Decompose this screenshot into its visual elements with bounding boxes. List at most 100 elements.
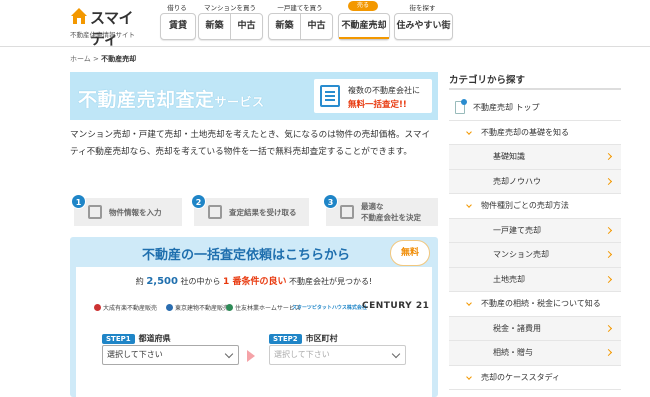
banner-title: 不動産売却査定サービス [78, 85, 265, 112]
partner-name: 東京建物不動産販売 [175, 305, 230, 312]
sidebar-item-label: 不動産売却の基礎を知る [481, 127, 569, 137]
sidebar-item-tax-fees[interactable]: 税金・諸費用 [449, 316, 621, 341]
sidebar-item-inheritance[interactable]: 相続・贈与 [449, 341, 621, 366]
site-header: スマイティ 不動産住宅情報サイト 借りる 賃貸 マンションを買う 新築 中古 一… [0, 0, 650, 48]
nav-caption-house: 一戸建てを買う [277, 4, 323, 12]
nav-caption-sell: 売る [348, 1, 378, 11]
form-card: 約 2,500 社の中から 1 番条件の良い 不動産会社が見つかる! 大成有楽不… [76, 267, 432, 397]
partner-logo: 東京建物不動産販売 [166, 303, 229, 312]
chevron-down-icon [466, 128, 472, 135]
company-count: 2,500 [146, 276, 178, 287]
lead-highlight: 1 番条件の良い [223, 277, 287, 287]
people-icon [340, 205, 354, 219]
banner-title-small: サービス [214, 95, 265, 109]
sidebar-item-selling-knowhow[interactable]: 売却ノウハウ [449, 169, 621, 194]
step2-label: STEP2 市区町村 [269, 333, 338, 344]
intro-text: マンション売却・戸建て売却・土地売却を考えたとき、気になるのは物件の売却価格。ス… [70, 130, 431, 157]
sidebar-section-case-study[interactable]: 売却のケーススタディ [449, 365, 621, 390]
sidebar-item-house-sale[interactable]: 一戸建て売却 [449, 218, 621, 243]
sidebar-section-property-types[interactable]: 物件種別ごとの売却方法 [449, 194, 621, 219]
pencil-icon [88, 205, 102, 219]
nav-mansion-used-button[interactable]: 中古 [231, 14, 262, 39]
banner-callout-line1: 複数の不動産会社に [348, 86, 420, 95]
process-step-1: 1 物件情報を入力 [71, 194, 182, 226]
chevron-down-icon [466, 373, 472, 380]
sidebar-heading: カテゴリから探す [449, 72, 621, 90]
tatemono-logo-icon [166, 304, 173, 311]
lead-suffix: 不動産会社が見つかる! [289, 277, 373, 286]
step-label-line2: 不動産会社を決定 [361, 213, 421, 222]
step1-label: STEP1 都道府県 [102, 333, 171, 344]
breadcrumb: ホーム > 不動産売却 [70, 54, 136, 64]
partner-name: 住友林業ホームサービス [235, 305, 301, 312]
step-label: 物件情報を入力 [109, 208, 162, 217]
process-steps: 1 物件情報を入力 2 査定結果を受け取る 3 最適な 不動産会社を決定 [70, 194, 438, 226]
sidebar-section-basics[interactable]: 不動産売却の基礎を知る [449, 120, 621, 145]
city-select[interactable]: 選択して下さい [269, 345, 406, 365]
step1-tag: STEP1 [102, 334, 135, 344]
arrow-right-icon [247, 350, 255, 362]
document-icon [455, 99, 467, 114]
prefecture-select[interactable]: 選択して下さい [102, 345, 239, 365]
step-number: 2 [191, 194, 206, 209]
banner-callout: 複数の不動産会社に 無料一括査定!! [314, 79, 432, 113]
nav-house-used-button[interactable]: 中古 [301, 14, 332, 39]
sidebar-item-label: 物件種別ごとの売却方法 [481, 201, 569, 210]
sidebar-section-tax[interactable]: 不動産の相続・税金について知る [449, 292, 621, 317]
nav-mansion-new-button[interactable]: 新築 [199, 14, 231, 39]
partner-logo: CENTURY 21 [362, 301, 430, 311]
breadcrumb-separator: > [93, 55, 99, 63]
logo-text: スマイティ [90, 9, 134, 48]
sidebar-item-top[interactable]: 不動産売却 トップ [449, 96, 621, 121]
document-icon [320, 85, 340, 107]
sidebar-item-label: 不動産売却 トップ [473, 103, 540, 112]
banner-callout-line2: 無料一括査定!! [348, 100, 407, 110]
sidebar-item-mansion-sale[interactable]: マンション売却 [449, 243, 621, 268]
form-lead: 約 2,500 社の中から 1 番条件の良い 不動産会社が見つかる! [76, 274, 432, 287]
sidebar-item-land-sale[interactable]: 土地売却 [449, 267, 621, 292]
nav-caption-rent: 借りる [167, 4, 187, 12]
free-badge: 無料 [390, 240, 430, 266]
step2-tag: STEP2 [269, 334, 302, 344]
step-number: 3 [323, 194, 338, 209]
nav-sell-button[interactable]: 不動産売却 [339, 14, 389, 39]
sidebar-item-label: 売却のケーススタディ [481, 372, 561, 382]
partner-logo: スターツピタットハウス株式会社 [292, 305, 367, 311]
sumitomo-logo-icon [226, 304, 233, 311]
chevron-down-icon [466, 300, 472, 306]
sidebar-item-label: 不動産の相続・税金について知る [481, 299, 601, 308]
partner-logo: 大成有楽不動産販売 [94, 303, 157, 312]
hero-banner: 不動産売却査定サービス 複数の不動産会社に 無料一括査定!! [70, 72, 438, 120]
lead-prefix: 約 [135, 277, 144, 286]
site-logo[interactable]: スマイティ 不動産住宅情報サイト [70, 5, 140, 48]
appraisal-form: 不動産の一括査定依頼はこちらから 無料 約 2,500 社の中から 1 番条件の… [70, 237, 438, 397]
partner-logo: 住友林業ホームサービス [226, 303, 301, 312]
step-label: 査定結果を受け取る [229, 208, 297, 217]
step-number: 1 [71, 194, 86, 209]
sidebar-item-basic-knowledge[interactable]: 基礎知識 [449, 145, 621, 170]
yen-document-icon [208, 205, 222, 219]
process-step-2: 2 査定結果を受け取る [191, 194, 309, 226]
category-list: 不動産売却 トップ 不動産売却の基礎を知る 基礎知識 売却ノウハウ 物件種別ごと… [449, 96, 621, 390]
sidebar: カテゴリから探す 不動産売却 トップ 不動産売却の基礎を知る 基礎知識 売却ノウ… [449, 72, 621, 390]
step2-text: 市区町村 [305, 334, 338, 343]
step-label-line1: 最適な [361, 202, 384, 211]
nav-house-new-button[interactable]: 新築 [269, 14, 301, 39]
nav-caption-town: 街を探す [409, 4, 436, 12]
partner-logos: 大成有楽不動産販売 東京建物不動産販売 住友林業ホームサービス スターツピタット… [76, 300, 432, 316]
step1-text: 都道府県 [138, 334, 171, 343]
banner-title-main: 不動産売却査定 [78, 89, 215, 111]
nav-town-button[interactable]: 住みやすい街 [395, 14, 452, 39]
house-logo-icon [71, 8, 87, 24]
breadcrumb-current: 不動産売却 [101, 55, 137, 63]
breadcrumb-home-link[interactable]: ホーム [70, 55, 91, 63]
partner-name: 大成有楽不動産販売 [103, 305, 158, 312]
nav-rent-button[interactable]: 賃貸 [161, 14, 195, 39]
lead-mid: 社の中から [180, 277, 221, 286]
logo-subtitle: 不動産住宅情報サイト [70, 31, 135, 39]
chevron-down-icon [466, 202, 472, 208]
taisei-logo-icon [94, 304, 101, 311]
form-heading: 不動産の一括査定依頼はこちらから [142, 248, 351, 263]
process-step-3: 3 最適な 不動産会社を決定 [323, 194, 438, 226]
step-label: 最適な 不動産会社を決定 [361, 201, 421, 223]
